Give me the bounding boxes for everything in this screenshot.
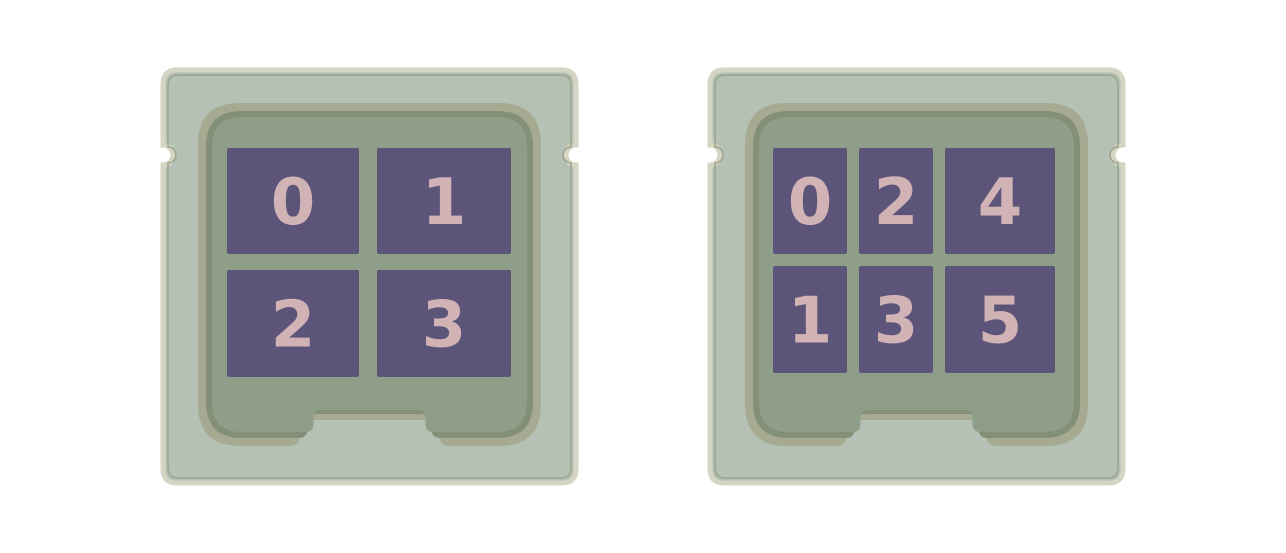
core-cell: 1 bbox=[377, 148, 511, 254]
core-cell: 2 bbox=[859, 148, 933, 254]
core-cell: 0 bbox=[773, 148, 847, 254]
core-cell: 3 bbox=[377, 270, 511, 377]
core-cell: 5 bbox=[945, 266, 1055, 373]
core-cell: 1 bbox=[773, 266, 847, 373]
core-cell-label: 0 bbox=[788, 166, 833, 240]
core-cell-label: 3 bbox=[874, 285, 919, 359]
core-cell: 4 bbox=[945, 148, 1055, 254]
right-chip: 0 2 4 1 3 5 bbox=[707, 67, 1126, 486]
core-cell: 0 bbox=[227, 148, 359, 254]
core-cell: 2 bbox=[227, 270, 359, 377]
left-chip: 0 1 2 3 bbox=[160, 67, 579, 486]
core-cell-label: 2 bbox=[271, 289, 316, 363]
core-cell-label: 5 bbox=[978, 285, 1023, 359]
core-cell: 3 bbox=[859, 266, 933, 373]
core-cell-label: 3 bbox=[422, 289, 467, 363]
chip-diagram: 0 12 30 2 41 3 5 bbox=[160, 67, 1126, 486]
core-cell-label: 1 bbox=[422, 166, 467, 240]
core-cell-label: 4 bbox=[978, 166, 1023, 240]
diagram-canvas: 0123024135 bbox=[0, 0, 1286, 553]
core-cell-label: 2 bbox=[874, 166, 919, 240]
core-cell-label: 0 bbox=[271, 166, 316, 240]
core-cell-label: 1 bbox=[788, 285, 833, 359]
